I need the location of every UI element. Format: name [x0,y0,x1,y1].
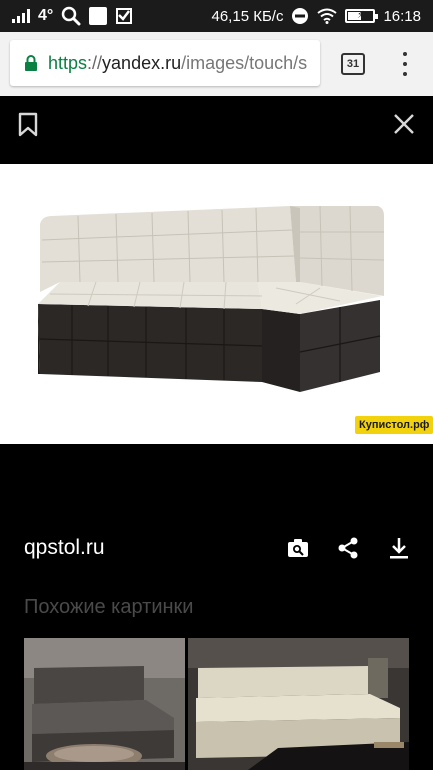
watermark-label: Купистол.рф [355,416,433,434]
signal-icon [12,9,30,23]
status-bar: 4° 46,15 КБ/с ⚡ 16:18 [0,0,433,32]
sofa-thumbnail-picture-1 [24,638,185,770]
similar-image-thumbnail[interactable] [188,638,409,770]
overflow-menu-icon[interactable] [400,50,410,78]
clock: 16:18 [383,7,421,25]
url-domain: yandex.ru [102,52,182,73]
address-bar[interactable]: https://yandex.ru/images/touch/s [10,40,320,86]
source-link[interactable]: qpstol.ru [24,536,105,560]
lock-icon [25,55,37,71]
similar-image-thumbnail[interactable] [24,638,185,770]
search-by-image-icon[interactable] [286,536,310,560]
checkmark-notification-icon [116,8,133,24]
battery-icon: ⚡ [345,9,379,23]
close-icon[interactable] [392,112,416,136]
notification-square-icon [89,7,108,25]
url-scheme: https [48,52,88,73]
tab-switcher-button[interactable]: 31 [341,53,365,75]
image-viewer: Купистол.рф qpstol.ru Похожие картинки [0,96,433,770]
bookmark-icon[interactable] [16,112,40,138]
download-icon[interactable] [387,536,411,560]
url-separator: :// [87,52,103,73]
search-icon [62,6,81,26]
url-path: /images/touch/s [181,52,308,73]
do-not-disturb-icon [292,8,309,24]
wifi-icon [317,8,338,24]
main-image[interactable]: Купистол.рф [0,164,433,444]
network-type: 4° [38,7,54,24]
sofa-thumbnail-picture-2 [188,638,409,770]
share-icon[interactable] [336,536,360,560]
corner-sofa-picture [38,205,385,392]
similar-images-heading: Похожие картинки [24,596,194,618]
network-speed: 46,15 КБ/с [211,7,284,25]
browser-toolbar: https://yandex.ru/images/touch/s 31 [0,32,433,96]
